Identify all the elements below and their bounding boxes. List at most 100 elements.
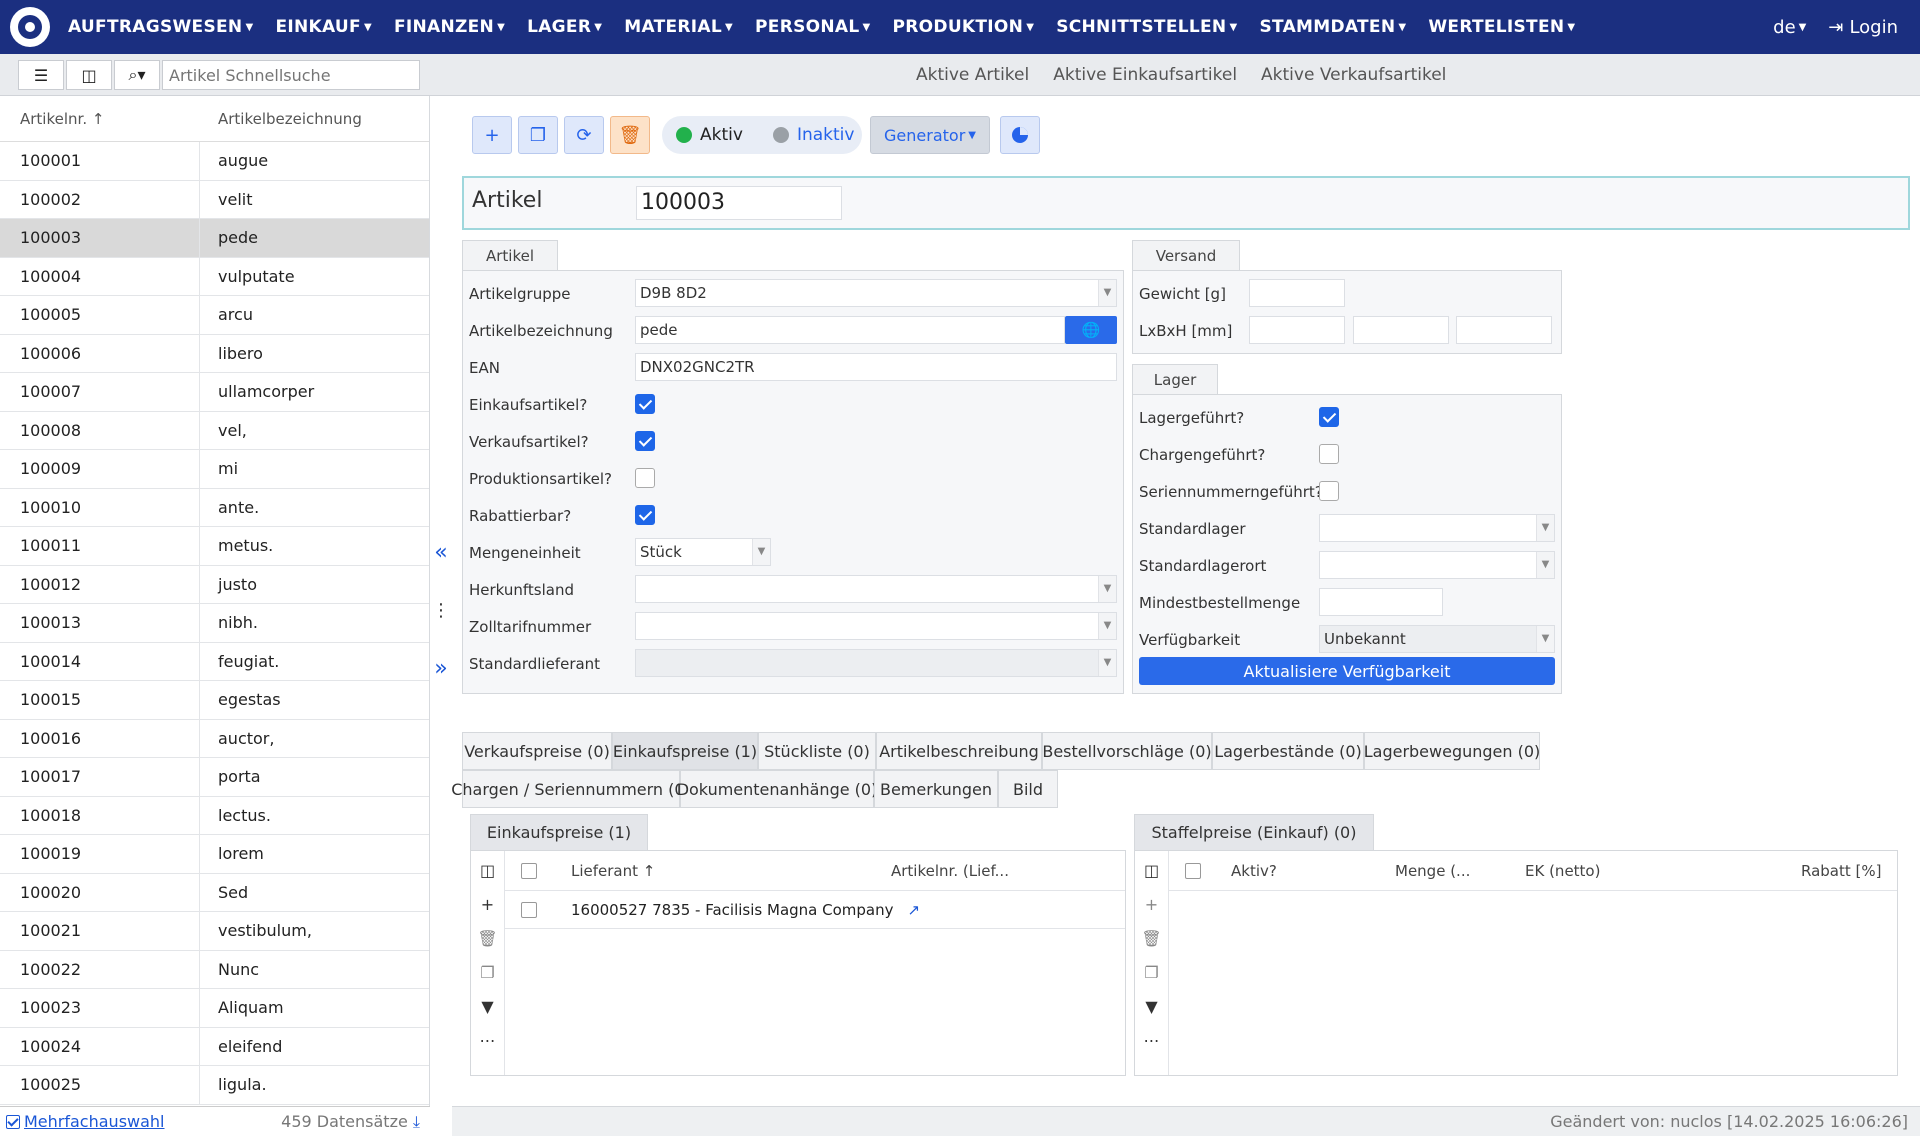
link-aktive-artikel[interactable]: Aktive Artikel — [916, 65, 1029, 85]
column-view-toggle-button[interactable]: ◫ — [66, 60, 112, 90]
breite-input[interactable] — [1353, 316, 1449, 344]
menu-auftragswesen[interactable]: AUFTRAGSWESEN ▼ — [68, 17, 253, 37]
select-all-checkbox[interactable] — [521, 862, 537, 879]
artikelbezeichnung-header[interactable]: Artikelbezeichnung — [200, 110, 362, 128]
list-item[interactable]: 100005 arcu — [0, 296, 429, 335]
drag-handle-icon[interactable]: ⋮ — [430, 600, 452, 621]
menu-stammdaten[interactable]: STAMMDATEN ▼ — [1259, 17, 1406, 37]
laenge-input[interactable] — [1249, 316, 1345, 344]
app-logo[interactable] — [10, 7, 50, 47]
subtab-staffelpreise[interactable]: Staffelpreise (Einkauf) (0) — [1134, 814, 1374, 850]
col-artikelnr-lieferant[interactable]: Artikelnr. (Lief... — [891, 862, 1009, 880]
plus-icon[interactable]: + — [1145, 891, 1158, 917]
col-ek-netto[interactable]: EK (netto) — [1525, 862, 1801, 880]
tab-row1-5[interactable]: Lagerbestände (0) — [1212, 732, 1364, 770]
columns-icon[interactable]: ◫ — [480, 857, 495, 883]
mindestbestellmenge-input[interactable] — [1319, 588, 1443, 616]
list-item[interactable]: 100020 Sed — [0, 873, 429, 912]
columns-icon[interactable]: ◫ — [1144, 857, 1159, 883]
trash-icon[interactable]: 🗑 — [477, 925, 497, 951]
list-item[interactable]: 100008 vel, — [0, 411, 429, 450]
copy-button[interactable]: ❐ — [518, 116, 558, 154]
hoehe-input[interactable] — [1456, 316, 1552, 344]
artikel-number-field[interactable]: 100003 — [636, 186, 842, 220]
rabattierbar-checkbox[interactable] — [635, 505, 655, 525]
menu-produktion[interactable]: PRODUKTION ▼ — [893, 17, 1035, 37]
list-item[interactable]: 100007 ullamcorper — [0, 373, 429, 412]
login-link[interactable]: ⇥ Login — [1828, 17, 1898, 38]
tab-row2-0[interactable]: Chargen / Seriennummern (0) — [451, 770, 691, 808]
ean-input[interactable]: DNX02GNC2TR — [635, 353, 1117, 381]
lagergefuehrt-checkbox[interactable] — [1319, 407, 1339, 427]
copy-icon[interactable]: ❐ — [480, 959, 494, 985]
aktualisiere-verfuegbarkeit-button[interactable]: Aktualisiere Verfügbarkeit — [1139, 657, 1555, 685]
produktionsartikel-checkbox[interactable] — [635, 468, 655, 488]
menu-einkauf[interactable]: EINKAUF ▼ — [275, 17, 372, 37]
generator-dropdown-button[interactable]: Generator ▼ — [870, 116, 990, 154]
list-item[interactable]: 100010 ante. — [0, 488, 429, 527]
tab-row2-1[interactable]: Dokumentenanhänge (0) — [677, 770, 877, 808]
expand-right-icon[interactable]: » — [430, 656, 452, 681]
new-button[interactable]: + — [472, 116, 512, 154]
zolltarifnummer-select[interactable]: ▼ — [635, 612, 1117, 640]
collapse-left-icon[interactable]: « — [430, 540, 452, 565]
translate-button[interactable]: 🌐 — [1065, 316, 1117, 344]
list-item[interactable]: 100004 vulputate — [0, 257, 429, 296]
col-rabatt[interactable]: Rabatt [%] — [1801, 862, 1882, 880]
download-icon[interactable]: ⤓ — [413, 1112, 420, 1131]
search-options-button[interactable]: ⌕▾ — [114, 60, 160, 90]
verkaufsartikel-checkbox[interactable] — [635, 431, 655, 451]
copy-icon[interactable]: ❐ — [1144, 959, 1158, 985]
chart-button[interactable] — [1000, 116, 1040, 154]
status-inaktiv-option[interactable]: Inaktiv — [772, 125, 854, 145]
list-item[interactable]: 100018 lectus. — [0, 796, 429, 835]
plus-icon[interactable]: + — [481, 891, 494, 917]
seriennummerngefuehrt-checkbox[interactable] — [1319, 481, 1339, 501]
list-item[interactable]: 100003 pede — [0, 219, 429, 258]
menu-personal[interactable]: PERSONAL ▼ — [755, 17, 870, 37]
select-all-checkbox[interactable] — [1185, 862, 1201, 879]
list-item[interactable]: 100011 metus. — [0, 527, 429, 566]
list-item[interactable]: 100016 auctor, — [0, 719, 429, 758]
menu-lager[interactable]: LAGER ▼ — [527, 17, 602, 37]
menu-finanzen[interactable]: FINANZEN ▼ — [394, 17, 505, 37]
status-aktiv-option[interactable]: Aktiv — [676, 125, 743, 145]
standardlagerort-select[interactable]: ▼ — [1319, 551, 1555, 579]
list-item[interactable]: 100013 nibh. — [0, 604, 429, 643]
filter-icon[interactable]: ▼ — [1145, 993, 1157, 1019]
list-item[interactable]: 100006 libero — [0, 334, 429, 373]
tab-row1-1[interactable]: Einkaufspreise (1) — [612, 732, 758, 770]
link-aktive-einkaufsartikel[interactable]: Aktive Einkaufsartikel — [1053, 65, 1237, 85]
tab-row1-0[interactable]: Verkaufspreise (0) — [462, 732, 612, 770]
tab-row1-4[interactable]: Bestellvorschläge (0) — [1042, 732, 1212, 770]
list-item[interactable]: 100022 Nunc — [0, 950, 429, 989]
menu-schnittstellen[interactable]: SCHNITTSTELLEN ▼ — [1056, 17, 1237, 37]
list-item[interactable]: 100002 velit — [0, 180, 429, 219]
trash-icon[interactable]: 🗑 — [1141, 925, 1161, 951]
list-item[interactable]: 100025 ligula. — [0, 1066, 429, 1105]
language-select[interactable]: de ▼ — [1773, 17, 1806, 38]
tab-row2-2[interactable]: Bemerkungen — [874, 770, 998, 808]
list-view-toggle-button[interactable]: ☰ — [18, 60, 64, 90]
list-item[interactable]: 100021 vestibulum, — [0, 912, 429, 951]
table-row[interactable]: 16000527 7835 - Facilisis Magna Company … — [505, 891, 1125, 929]
list-item[interactable]: 100023 Aliquam — [0, 989, 429, 1028]
standardlager-select[interactable]: ▼ — [1319, 514, 1555, 542]
col-aktiv[interactable]: Aktiv? — [1231, 862, 1395, 880]
more-icon[interactable]: ⋯ — [1144, 1027, 1160, 1053]
list-item[interactable]: 100015 egestas — [0, 681, 429, 720]
quick-search-input[interactable] — [162, 60, 420, 90]
list-item[interactable]: 100014 feugiat. — [0, 642, 429, 681]
herkunftsland-select[interactable]: ▼ — [635, 575, 1117, 603]
list-item[interactable]: 100019 lorem — [0, 835, 429, 874]
mehrfachauswahl-toggle[interactable]: Mehrfachauswahl — [6, 1112, 165, 1131]
tab-row1-6[interactable]: Lagerbewegungen (0) — [1364, 732, 1540, 770]
list-item[interactable]: 100017 porta — [0, 758, 429, 797]
delete-button[interactable]: 🗑 — [610, 116, 650, 154]
chargengefuehrt-checkbox[interactable] — [1319, 444, 1339, 464]
list-item[interactable]: 100012 justo — [0, 565, 429, 604]
artikelbezeichnung-input[interactable]: pede — [635, 316, 1065, 344]
col-menge[interactable]: Menge (... — [1395, 862, 1525, 880]
artikelgruppe-select[interactable]: D9B 8D2 ▼ — [635, 279, 1117, 307]
external-link-icon[interactable]: ↗ — [907, 901, 920, 919]
